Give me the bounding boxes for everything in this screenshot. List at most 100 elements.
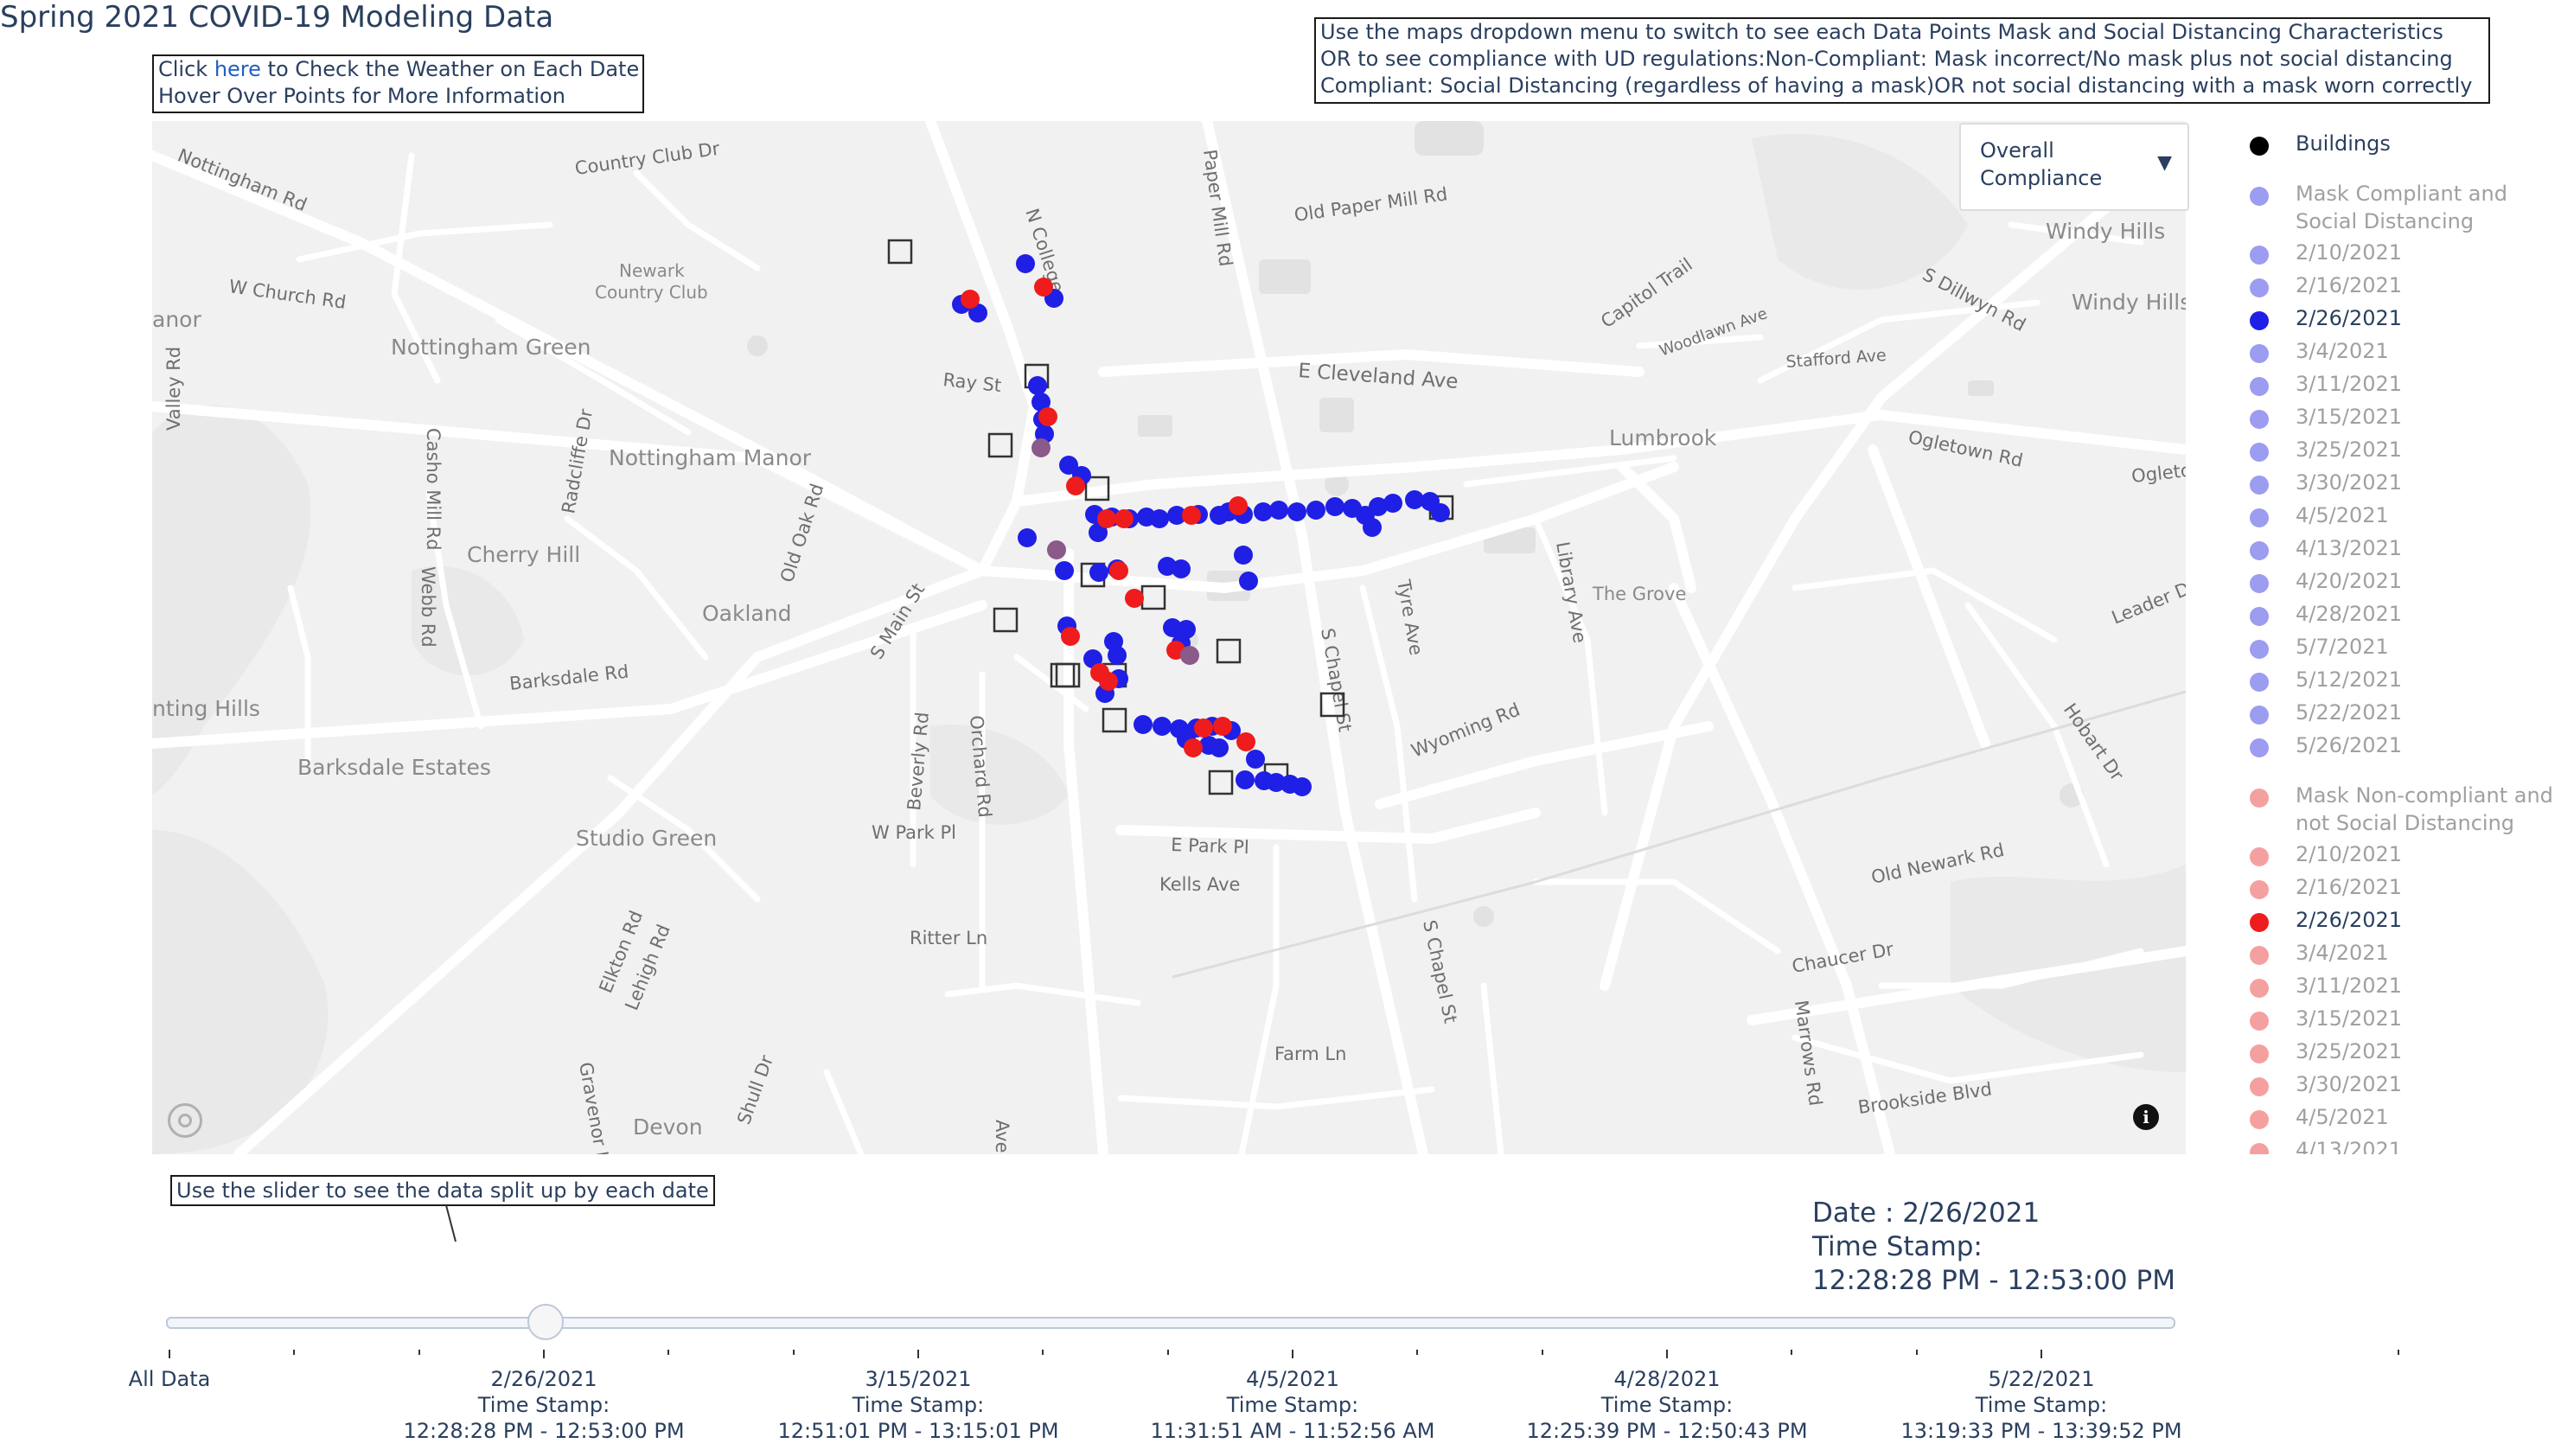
slider-step-label[interactable]: 4/5/2021 Time Stamp: 11:31:51 AM - 11:52:5… <box>1150 1366 1434 1444</box>
slider-major-tick <box>543 1350 545 1358</box>
building-marker[interactable] <box>887 239 913 265</box>
label-nting-hills: nting Hills <box>152 696 260 721</box>
data-point-noncompliant[interactable] <box>1114 509 1134 528</box>
label-ritter-ln: Ritter Ln <box>910 928 987 948</box>
data-point-compliant[interactable] <box>1150 509 1169 528</box>
data-point-noncompliant[interactable] <box>1236 732 1255 751</box>
slider-step-ts-label: Time Stamp: <box>477 1393 610 1417</box>
data-point-overlap[interactable] <box>1047 540 1066 559</box>
label-country-club: Country Club <box>595 282 708 303</box>
building-marker[interactable] <box>1102 707 1127 733</box>
label-old-paper-mill-rd: Old Paper Mill Rd <box>1293 183 1448 226</box>
data-point-noncompliant[interactable] <box>1066 476 1085 495</box>
legend-marker-icon <box>2250 1077 2269 1096</box>
slider-step-label[interactable]: All Data <box>129 1366 211 1444</box>
legend-item-label: 3/30/2021 <box>2296 1072 2403 1096</box>
data-point-compliant[interactable] <box>1269 501 1288 520</box>
data-point-noncompliant[interactable] <box>1182 506 1201 525</box>
legend-marker-icon <box>2250 706 2269 725</box>
data-point-noncompliant[interactable] <box>961 290 980 309</box>
data-point-compliant[interactable] <box>1293 777 1312 796</box>
slider-step-ts-label: Time Stamp: <box>1975 1393 2108 1417</box>
data-point-compliant[interactable] <box>1089 563 1108 582</box>
data-point-compliant[interactable] <box>1172 559 1191 578</box>
map-canvas[interactable]: Nottingham Rd Country Club Dr W Church R… <box>152 121 2186 1154</box>
slider-step-ts-range <box>129 1418 211 1444</box>
data-point-noncompliant[interactable] <box>1213 717 1232 736</box>
legend-marker-icon <box>2250 946 2269 965</box>
slider-step-label[interactable]: 4/28/2021 Time Stamp: 12:25:39 PM - 12:50:… <box>1526 1366 1807 1444</box>
weather-link[interactable]: here <box>214 57 261 81</box>
data-point-compliant[interactable] <box>1363 518 1382 537</box>
building-marker[interactable] <box>993 607 1019 633</box>
data-point-noncompliant[interactable] <box>1125 589 1144 608</box>
data-point-compliant[interactable] <box>1383 494 1402 513</box>
building-marker[interactable] <box>1208 770 1234 795</box>
label-nottingham-green: Nottingham Green <box>391 335 591 360</box>
data-point-compliant[interactable] <box>1306 501 1325 520</box>
data-point-noncompliant[interactable] <box>1038 407 1057 426</box>
data-point-compliant[interactable] <box>1028 376 1047 395</box>
data-point-noncompliant[interactable] <box>1109 561 1128 580</box>
data-point-noncompliant[interactable] <box>1194 718 1213 738</box>
data-point-compliant[interactable] <box>1246 750 1265 769</box>
legend-item-label: 4/13/2021 <box>2296 1138 2403 1154</box>
legend-item-label: Mask Non-compliant and not Social Distan… <box>2296 783 2553 835</box>
data-point-noncompliant[interactable] <box>1184 738 1203 757</box>
data-point-compliant[interactable] <box>1210 506 1229 525</box>
slider-step-date: 5/22/2021 <box>1988 1367 2095 1391</box>
date-slider-handle[interactable] <box>527 1304 564 1340</box>
label-oakland: Oakland <box>702 601 791 626</box>
legend-item-label: 4/28/2021 <box>2296 602 2403 626</box>
legend-marker-icon <box>2250 640 2269 659</box>
data-point-noncompliant[interactable] <box>1097 509 1116 528</box>
legend-item-label: 2/16/2021 <box>2296 875 2403 899</box>
data-point-compliant[interactable] <box>1210 738 1229 757</box>
slider-note-pointer <box>445 1204 457 1242</box>
date-slider-track[interactable] <box>166 1317 2175 1329</box>
data-point-compliant[interactable] <box>1108 646 1127 665</box>
legend-marker-icon <box>2250 311 2269 330</box>
building-marker[interactable] <box>1140 584 1166 610</box>
building-marker[interactable] <box>987 432 1013 458</box>
data-point-noncompliant[interactable] <box>1061 627 1080 646</box>
data-point-noncompliant[interactable] <box>1229 496 1248 515</box>
slider-step-label[interactable]: 5/22/2021 Time Stamp: 13:19:33 PM - 13:39:… <box>1900 1366 2181 1444</box>
label-nottingham-rd: Nottingham Rd <box>175 144 310 215</box>
legend-marker-icon <box>2250 1012 2269 1031</box>
info-icon[interactable]: i <box>2133 1104 2159 1130</box>
data-point-compliant[interactable] <box>1153 717 1172 736</box>
label-farm-ln: Farm Ln <box>1274 1044 1346 1064</box>
legend-marker-icon <box>2250 541 2269 560</box>
data-point-overlap[interactable] <box>1180 646 1199 665</box>
data-point-noncompliant[interactable] <box>1099 672 1118 691</box>
data-point-compliant[interactable] <box>1287 502 1306 521</box>
mapbox-logo-icon[interactable] <box>168 1103 202 1138</box>
data-point-compliant[interactable] <box>1239 572 1258 591</box>
data-point-compliant[interactable] <box>1134 715 1153 734</box>
legend-marker-icon <box>2250 1044 2269 1063</box>
data-point-compliant[interactable] <box>1431 503 1450 522</box>
legend-marker-icon <box>2250 574 2269 593</box>
slider-step-label[interactable]: 2/26/2021 Time Stamp: 12:28:28 PM - 12:53:… <box>403 1366 684 1444</box>
data-point-overlap[interactable] <box>1031 438 1051 457</box>
data-point-compliant[interactable] <box>1325 497 1344 516</box>
label-newark: Newark <box>619 260 685 281</box>
data-point-compliant[interactable] <box>1055 561 1074 580</box>
legend-item-label: 3/4/2021 <box>2296 941 2389 965</box>
data-point-compliant[interactable] <box>1236 770 1255 789</box>
building-marker[interactable] <box>1216 638 1242 664</box>
label-devon: Devon <box>633 1114 703 1140</box>
data-point-compliant[interactable] <box>1234 546 1253 565</box>
data-point-compliant[interactable] <box>1016 254 1035 273</box>
map-view-dropdown[interactable]: Overall Compliance ▼ <box>1959 123 2189 211</box>
data-point-noncompliant[interactable] <box>1034 278 1053 297</box>
legend-item-label: 3/30/2021 <box>2296 470 2403 495</box>
slider-step-label[interactable]: 3/15/2021 Time Stamp: 12:51:01 PM - 13:15:… <box>777 1366 1058 1444</box>
data-point-compliant[interactable] <box>1018 528 1037 547</box>
legend-item-label: 4/5/2021 <box>2296 503 2389 527</box>
label-ogleto: Ogleto <box>2130 460 2186 487</box>
slider-step-ts-range: 12:51:01 PM - 13:15:01 PM <box>777 1419 1059 1443</box>
label-woodlawn-ave: Woodlawn Ave <box>1657 304 1770 361</box>
slider-minor-tick <box>1915 1350 1918 1355</box>
